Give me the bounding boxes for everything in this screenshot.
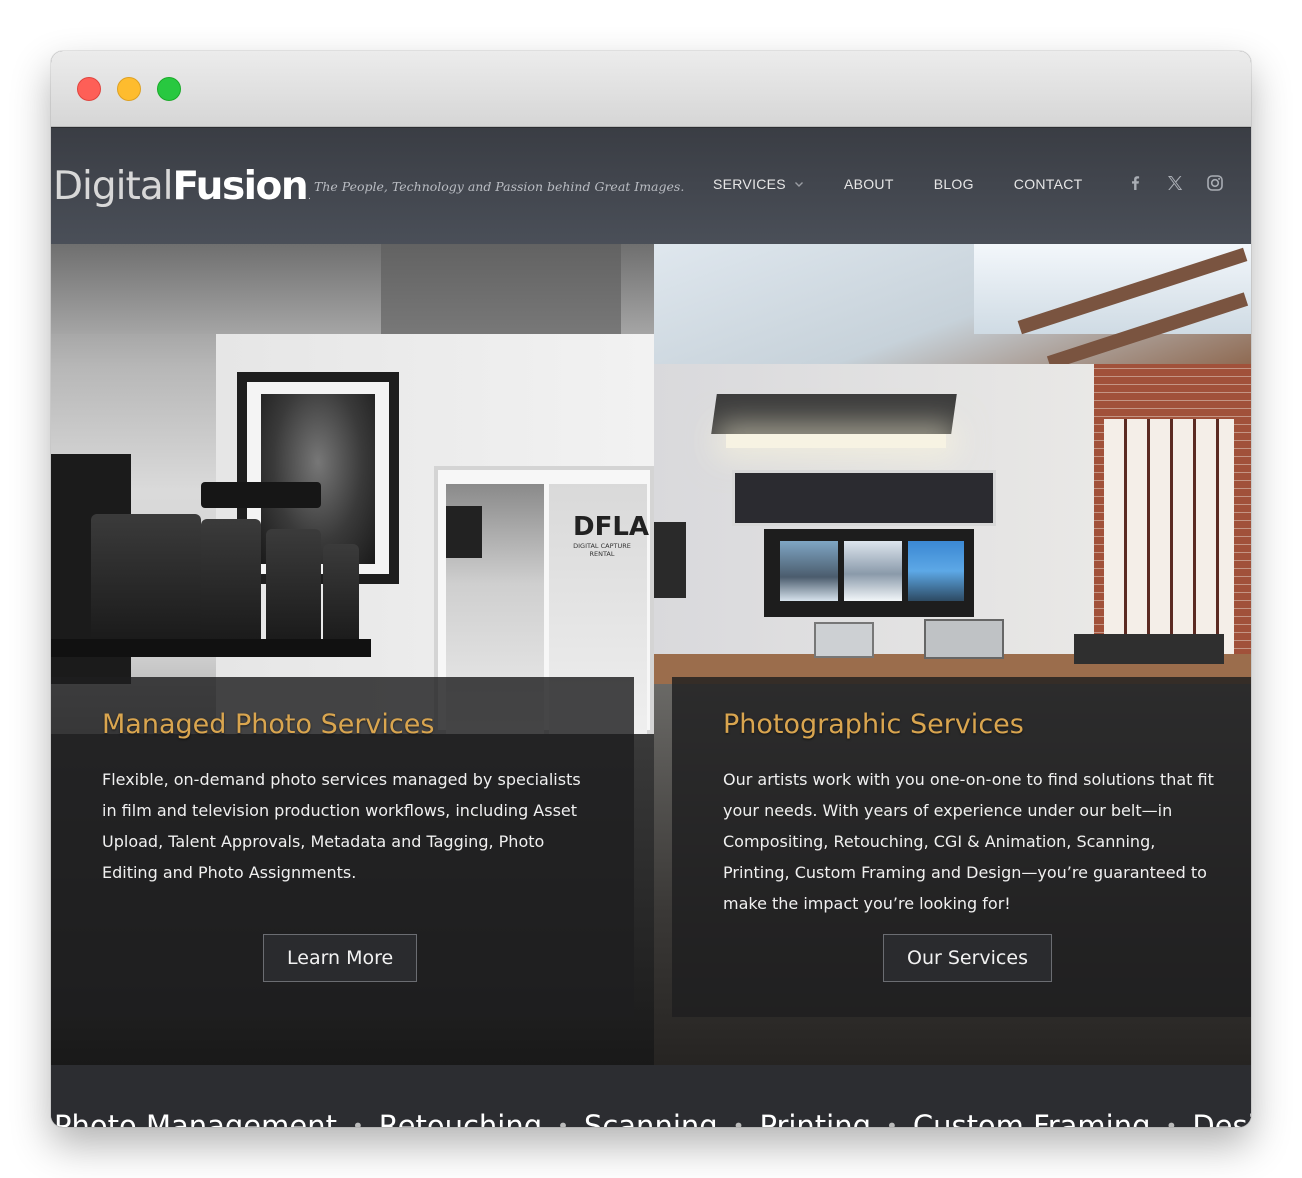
x-icon[interactable]: [1165, 173, 1185, 193]
browser-window: Digital Fusion. The People, Technology an…: [51, 51, 1251, 1127]
site-header: Digital Fusion. The People, Technology an…: [51, 128, 1251, 244]
ticker-track: Photo Management • Retouching • Scanning • Pri…: [54, 1109, 1251, 1127]
ticker-separator: •: [886, 1114, 898, 1127]
photographic-services-card: Photographic Services Our artists work w…: [672, 677, 1251, 1017]
close-window-button[interactable]: [77, 77, 101, 101]
ticker-item: Printing: [759, 1109, 872, 1127]
ticker-item: Design: [1192, 1109, 1251, 1127]
social-links: [1125, 173, 1225, 193]
ticker-item: Retouching: [378, 1109, 543, 1127]
ticker-separator: •: [1165, 1114, 1178, 1127]
card-description: Our artists work with you one-on-one to …: [723, 770, 1214, 913]
nav-item-services[interactable]: SERVICES: [713, 176, 804, 192]
hero-section: DFLA DIGITAL CAPTURE RENTAL Managed Phot…: [51, 244, 1251, 1065]
ticker-separator: •: [351, 1114, 364, 1127]
logo-text-light: Digital: [53, 164, 173, 209]
minimize-window-button[interactable]: [117, 77, 141, 101]
card-title: Photographic Services: [723, 709, 1024, 740]
site-logo[interactable]: Digital Fusion.: [53, 164, 311, 212]
zoom-window-button[interactable]: [157, 77, 181, 101]
logo-text-bold: Fusion: [172, 164, 308, 209]
ticker-separator: •: [557, 1114, 569, 1127]
window-titlebar: [51, 51, 1251, 127]
ticker-item: Scanning: [583, 1109, 718, 1127]
main-nav: SERVICES ABOUT BLOG CONTACT: [713, 176, 1083, 192]
ticker-separator: •: [732, 1114, 745, 1127]
our-services-button[interactable]: Our Services: [883, 934, 1052, 982]
card-description: Flexible, on-demand photo services manag…: [102, 770, 581, 882]
nav-item-label: SERVICES: [713, 176, 786, 192]
nav-item-blog[interactable]: BLOG: [934, 176, 974, 192]
nav-item-about[interactable]: ABOUT: [844, 176, 894, 192]
services-ticker: Photo Management • Retouching • Scanning • Pri…: [51, 1065, 1251, 1127]
door-sign: DFLA: [573, 512, 650, 542]
card-title: Managed Photo Services: [102, 709, 435, 740]
door-sign-sub: DIGITAL CAPTURE RENTAL: [573, 542, 631, 558]
site-tagline: The People, Technology and Passion behin…: [314, 179, 685, 194]
nav-item-label: BLOG: [933, 176, 974, 192]
nav-item-contact[interactable]: CONTACT: [1014, 176, 1083, 192]
instagram-icon[interactable]: [1205, 173, 1225, 193]
nav-item-label: CONTACT: [1013, 176, 1083, 192]
learn-more-button[interactable]: Learn More: [263, 934, 418, 982]
logo-mark: .: [308, 192, 311, 202]
chevron-down-icon: [794, 182, 803, 187]
facebook-icon[interactable]: [1125, 173, 1145, 193]
nav-item-label: ABOUT: [843, 176, 894, 192]
ticker-item: Photo Management: [54, 1109, 337, 1127]
ticker-item: Custom Framing: [912, 1109, 1151, 1127]
managed-photo-services-card: Managed Photo Services Flexible, on-dema…: [51, 677, 634, 1017]
